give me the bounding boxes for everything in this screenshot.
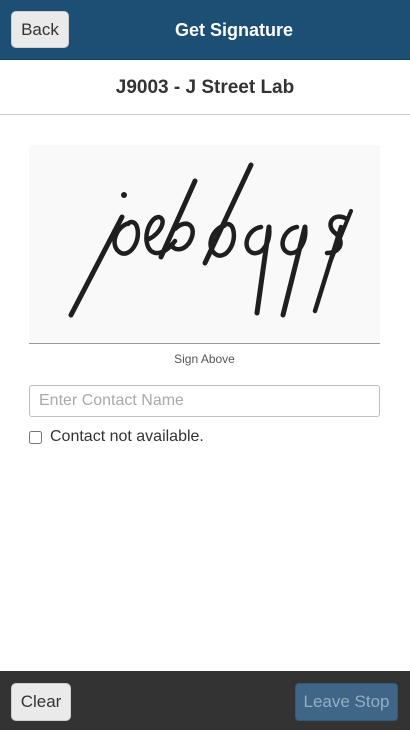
back-button[interactable]: Back [11,11,69,48]
signature-caption: Sign Above [174,352,235,366]
contact-name-input[interactable] [29,385,380,417]
stop-title: J9003 - J Street Lab [0,61,410,115]
bottom-bar: Clear Leave Stop [0,671,410,730]
contact-not-available-label: Contact not available. [50,428,204,445]
page-title: Get Signature [174,19,294,40]
contact-not-available-row[interactable]: Contact not available. [29,427,204,447]
top-bar: Back Get Signature [0,0,410,60]
clear-button[interactable]: Clear [11,683,71,721]
leave-stop-button[interactable]: Leave Stop [295,683,398,721]
signature-drawing [68,162,353,318]
contact-not-available-checkbox[interactable] [29,430,42,444]
signature-pad[interactable] [29,145,380,344]
